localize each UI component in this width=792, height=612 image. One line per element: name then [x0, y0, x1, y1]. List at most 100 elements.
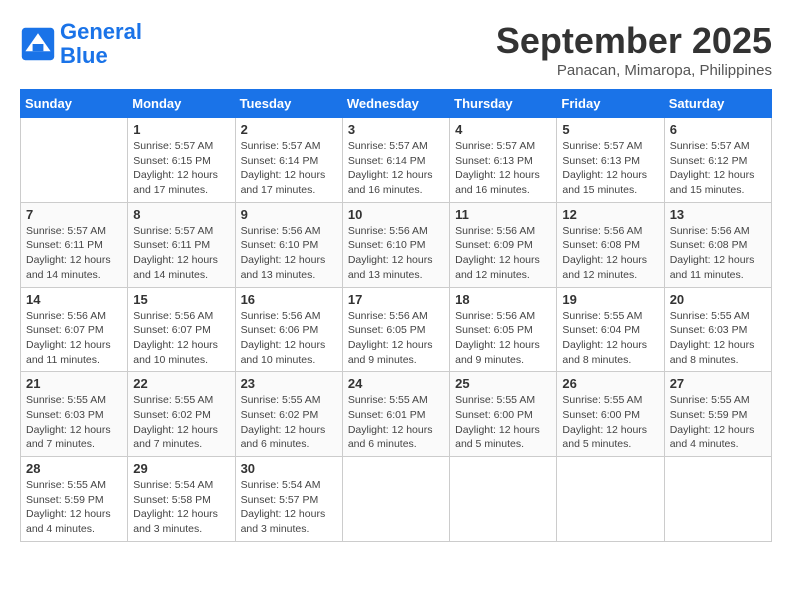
- day-number: 3: [348, 122, 444, 137]
- cell-info: Sunrise: 5:57 AMSunset: 6:13 PMDaylight:…: [455, 139, 551, 198]
- weekday-header-tuesday: Tuesday: [235, 90, 342, 118]
- calendar-cell: 12 Sunrise: 5:56 AMSunset: 6:08 PMDayligh…: [557, 202, 664, 287]
- cell-info: Sunrise: 5:57 AMSunset: 6:15 PMDaylight:…: [133, 139, 229, 198]
- cell-info: Sunrise: 5:56 AMSunset: 6:05 PMDaylight:…: [348, 309, 444, 368]
- calendar-cell: 25 Sunrise: 5:55 AMSunset: 6:00 PMDayligh…: [450, 372, 557, 457]
- cell-info: Sunrise: 5:55 AMSunset: 6:00 PMDaylight:…: [455, 393, 551, 452]
- location: Panacan, Mimaropa, Philippines: [496, 62, 772, 79]
- day-number: 22: [133, 376, 229, 391]
- calendar-week-row: 21Sunrise: 5:55 AMSunset: 6:03 PMDayligh…: [21, 372, 772, 457]
- day-number: 11: [455, 207, 551, 222]
- day-number: 1: [133, 122, 229, 137]
- day-number: 23: [241, 376, 337, 391]
- calendar-cell: 1 Sunrise: 5:57 AMSunset: 6:15 PMDaylight…: [128, 118, 235, 203]
- calendar-cell: 18 Sunrise: 5:56 AMSunset: 6:05 PMDayligh…: [450, 287, 557, 372]
- cell-info: Sunrise: 5:56 AMSunset: 6:10 PMDaylight:…: [241, 224, 337, 283]
- day-number: 25: [455, 376, 551, 391]
- calendar-cell: 19 Sunrise: 5:55 AMSunset: 6:04 PMDayligh…: [557, 287, 664, 372]
- logo: General Blue: [20, 20, 142, 68]
- cell-info: Sunrise: 5:55 AMSunset: 6:03 PMDaylight:…: [670, 309, 766, 368]
- calendar-cell: 2Sunrise: 5:57 AMSunset: 6:14 PMDaylight…: [235, 118, 342, 203]
- day-number: 15: [133, 292, 229, 307]
- calendar-cell: 16Sunrise: 5:56 AMSunset: 6:06 PMDayligh…: [235, 287, 342, 372]
- calendar-cell: 3 Sunrise: 5:57 AMSunset: 6:14 PMDaylight…: [342, 118, 449, 203]
- cell-info: Sunrise: 5:55 AMSunset: 6:02 PMDaylight:…: [133, 393, 229, 452]
- cell-info: Sunrise: 5:57 AMSunset: 6:11 PMDaylight:…: [26, 224, 122, 283]
- day-number: 21: [26, 376, 122, 391]
- page-header: General Blue September 2025 Panacan, Mim…: [20, 20, 772, 79]
- calendar-cell: 9 Sunrise: 5:56 AMSunset: 6:10 PMDaylight…: [235, 202, 342, 287]
- day-number: 20: [670, 292, 766, 307]
- cell-info: Sunrise: 5:54 AMSunset: 5:58 PMDaylight:…: [133, 478, 229, 537]
- day-number: 17: [348, 292, 444, 307]
- calendar-cell: 26 Sunrise: 5:55 AMSunset: 6:00 PMDayligh…: [557, 372, 664, 457]
- calendar-cell: 29 Sunrise: 5:54 AMSunset: 5:58 PMDayligh…: [128, 457, 235, 542]
- weekday-header-wednesday: Wednesday: [342, 90, 449, 118]
- calendar-week-row: 28Sunrise: 5:55 AMSunset: 5:59 PMDayligh…: [21, 457, 772, 542]
- calendar-cell: 7 Sunrise: 5:57 AMSunset: 6:11 PMDaylight…: [21, 202, 128, 287]
- cell-info: Sunrise: 5:55 AMSunset: 6:04 PMDaylight:…: [562, 309, 658, 368]
- title-block: September 2025 Panacan, Mimaropa, Philip…: [496, 20, 772, 79]
- month-title: September 2025: [496, 20, 772, 62]
- day-number: 27: [670, 376, 766, 391]
- calendar-cell: 23 Sunrise: 5:55 AMSunset: 6:02 PMDayligh…: [235, 372, 342, 457]
- cell-info: Sunrise: 5:55 AMSunset: 6:00 PMDaylight:…: [562, 393, 658, 452]
- cell-info: Sunrise: 5:56 AMSunset: 6:10 PMDaylight:…: [348, 224, 444, 283]
- logo-text: General Blue: [60, 20, 142, 68]
- calendar-cell: 30 Sunrise: 5:54 AMSunset: 5:57 PMDayligh…: [235, 457, 342, 542]
- calendar-table: SundayMondayTuesdayWednesdayThursdayFrid…: [20, 89, 772, 542]
- calendar-cell: 21Sunrise: 5:55 AMSunset: 6:03 PMDayligh…: [21, 372, 128, 457]
- cell-info: Sunrise: 5:57 AMSunset: 6:14 PMDaylight:…: [348, 139, 444, 198]
- calendar-cell: 6Sunrise: 5:57 AMSunset: 6:12 PMDaylight…: [664, 118, 771, 203]
- day-number: 19: [562, 292, 658, 307]
- calendar-cell: 22 Sunrise: 5:55 AMSunset: 6:02 PMDayligh…: [128, 372, 235, 457]
- cell-info: Sunrise: 5:55 AMSunset: 6:01 PMDaylight:…: [348, 393, 444, 452]
- calendar-cell: 15Sunrise: 5:56 AMSunset: 6:07 PMDayligh…: [128, 287, 235, 372]
- calendar-cell: 8 Sunrise: 5:57 AMSunset: 6:11 PMDaylight…: [128, 202, 235, 287]
- day-number: 9: [241, 207, 337, 222]
- calendar-cell: 17 Sunrise: 5:56 AMSunset: 6:05 PMDayligh…: [342, 287, 449, 372]
- day-number: 2: [241, 122, 337, 137]
- calendar-cell: [664, 457, 771, 542]
- day-number: 5: [562, 122, 658, 137]
- cell-info: Sunrise: 5:54 AMSunset: 5:57 PMDaylight:…: [241, 478, 337, 537]
- calendar-cell: 10 Sunrise: 5:56 AMSunset: 6:10 PMDayligh…: [342, 202, 449, 287]
- logo-icon: [20, 26, 56, 62]
- calendar-cell: [21, 118, 128, 203]
- cell-info: Sunrise: 5:55 AMSunset: 5:59 PMDaylight:…: [670, 393, 766, 452]
- cell-info: Sunrise: 5:56 AMSunset: 6:08 PMDaylight:…: [670, 224, 766, 283]
- cell-info: Sunrise: 5:57 AMSunset: 6:12 PMDaylight:…: [670, 139, 766, 198]
- weekday-header-monday: Monday: [128, 90, 235, 118]
- day-number: 10: [348, 207, 444, 222]
- calendar-cell: 5 Sunrise: 5:57 AMSunset: 6:13 PMDaylight…: [557, 118, 664, 203]
- day-number: 30: [241, 461, 337, 476]
- day-number: 12: [562, 207, 658, 222]
- cell-info: Sunrise: 5:57 AMSunset: 6:13 PMDaylight:…: [562, 139, 658, 198]
- calendar-week-row: 14Sunrise: 5:56 AMSunset: 6:07 PMDayligh…: [21, 287, 772, 372]
- cell-info: Sunrise: 5:56 AMSunset: 6:06 PMDaylight:…: [241, 309, 337, 368]
- day-number: 7: [26, 207, 122, 222]
- cell-info: Sunrise: 5:57 AMSunset: 6:11 PMDaylight:…: [133, 224, 229, 283]
- calendar-cell: 14Sunrise: 5:56 AMSunset: 6:07 PMDayligh…: [21, 287, 128, 372]
- calendar-cell: 13Sunrise: 5:56 AMSunset: 6:08 PMDayligh…: [664, 202, 771, 287]
- day-number: 4: [455, 122, 551, 137]
- calendar-cell: 4 Sunrise: 5:57 AMSunset: 6:13 PMDaylight…: [450, 118, 557, 203]
- weekday-header-row: SundayMondayTuesdayWednesdayThursdayFrid…: [21, 90, 772, 118]
- calendar-cell: [557, 457, 664, 542]
- cell-info: Sunrise: 5:56 AMSunset: 6:09 PMDaylight:…: [455, 224, 551, 283]
- cell-info: Sunrise: 5:56 AMSunset: 6:05 PMDaylight:…: [455, 309, 551, 368]
- cell-info: Sunrise: 5:56 AMSunset: 6:08 PMDaylight:…: [562, 224, 658, 283]
- day-number: 29: [133, 461, 229, 476]
- day-number: 14: [26, 292, 122, 307]
- day-number: 24: [348, 376, 444, 391]
- weekday-header-sunday: Sunday: [21, 90, 128, 118]
- day-number: 26: [562, 376, 658, 391]
- cell-info: Sunrise: 5:55 AMSunset: 6:02 PMDaylight:…: [241, 393, 337, 452]
- calendar-cell: 27 Sunrise: 5:55 AMSunset: 5:59 PMDayligh…: [664, 372, 771, 457]
- day-number: 18: [455, 292, 551, 307]
- weekday-header-friday: Friday: [557, 90, 664, 118]
- calendar-cell: 20 Sunrise: 5:55 AMSunset: 6:03 PMDayligh…: [664, 287, 771, 372]
- day-number: 8: [133, 207, 229, 222]
- weekday-header-saturday: Saturday: [664, 90, 771, 118]
- calendar-cell: 24 Sunrise: 5:55 AMSunset: 6:01 PMDayligh…: [342, 372, 449, 457]
